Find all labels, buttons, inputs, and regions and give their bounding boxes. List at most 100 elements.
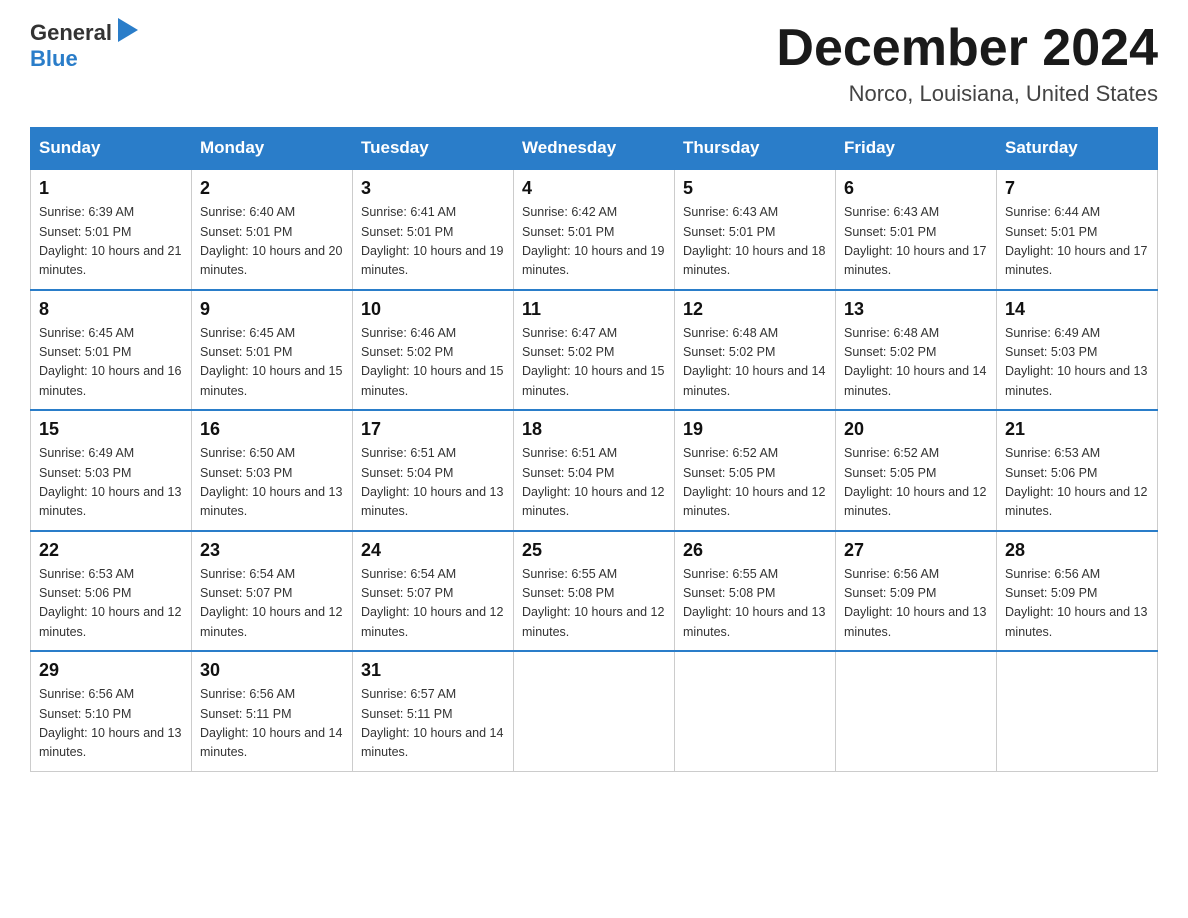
month-title: December 2024 — [776, 20, 1158, 77]
table-row: 19 Sunrise: 6:52 AM Sunset: 5:05 PM Dayl… — [675, 410, 836, 531]
table-row: 1 Sunrise: 6:39 AM Sunset: 5:01 PM Dayli… — [31, 169, 192, 290]
day-info: Sunrise: 6:55 AM Sunset: 5:08 PM Dayligh… — [522, 565, 666, 643]
table-row: 20 Sunrise: 6:52 AM Sunset: 5:05 PM Dayl… — [836, 410, 997, 531]
day-number: 1 — [39, 178, 183, 199]
table-row: 2 Sunrise: 6:40 AM Sunset: 5:01 PM Dayli… — [192, 169, 353, 290]
col-monday: Monday — [192, 128, 353, 170]
col-sunday: Sunday — [31, 128, 192, 170]
table-row: 24 Sunrise: 6:54 AM Sunset: 5:07 PM Dayl… — [353, 531, 514, 652]
day-number: 18 — [522, 419, 666, 440]
day-info: Sunrise: 6:51 AM Sunset: 5:04 PM Dayligh… — [361, 444, 505, 522]
day-number: 22 — [39, 540, 183, 561]
table-row: 14 Sunrise: 6:49 AM Sunset: 5:03 PM Dayl… — [997, 290, 1158, 411]
day-info: Sunrise: 6:52 AM Sunset: 5:05 PM Dayligh… — [844, 444, 988, 522]
logo-text-blue: Blue — [30, 46, 78, 71]
logo: General Blue — [30, 20, 142, 72]
page-header: General Blue December 2024 Norco, Louisi… — [30, 20, 1158, 107]
table-row: 12 Sunrise: 6:48 AM Sunset: 5:02 PM Dayl… — [675, 290, 836, 411]
day-info: Sunrise: 6:45 AM Sunset: 5:01 PM Dayligh… — [39, 324, 183, 402]
day-number: 26 — [683, 540, 827, 561]
day-number: 5 — [683, 178, 827, 199]
table-row: 8 Sunrise: 6:45 AM Sunset: 5:01 PM Dayli… — [31, 290, 192, 411]
logo-triangle-icon — [114, 18, 142, 46]
table-row: 26 Sunrise: 6:55 AM Sunset: 5:08 PM Dayl… — [675, 531, 836, 652]
table-row: 13 Sunrise: 6:48 AM Sunset: 5:02 PM Dayl… — [836, 290, 997, 411]
day-info: Sunrise: 6:53 AM Sunset: 5:06 PM Dayligh… — [1005, 444, 1149, 522]
calendar-week-row: 15 Sunrise: 6:49 AM Sunset: 5:03 PM Dayl… — [31, 410, 1158, 531]
table-row: 22 Sunrise: 6:53 AM Sunset: 5:06 PM Dayl… — [31, 531, 192, 652]
day-number: 3 — [361, 178, 505, 199]
calendar-header-row: Sunday Monday Tuesday Wednesday Thursday… — [31, 128, 1158, 170]
day-info: Sunrise: 6:48 AM Sunset: 5:02 PM Dayligh… — [683, 324, 827, 402]
day-info: Sunrise: 6:50 AM Sunset: 5:03 PM Dayligh… — [200, 444, 344, 522]
day-number: 4 — [522, 178, 666, 199]
day-info: Sunrise: 6:56 AM Sunset: 5:09 PM Dayligh… — [1005, 565, 1149, 643]
col-wednesday: Wednesday — [514, 128, 675, 170]
table-row — [514, 651, 675, 771]
day-info: Sunrise: 6:51 AM Sunset: 5:04 PM Dayligh… — [522, 444, 666, 522]
table-row: 21 Sunrise: 6:53 AM Sunset: 5:06 PM Dayl… — [997, 410, 1158, 531]
calendar-week-row: 1 Sunrise: 6:39 AM Sunset: 5:01 PM Dayli… — [31, 169, 1158, 290]
day-number: 21 — [1005, 419, 1149, 440]
table-row: 18 Sunrise: 6:51 AM Sunset: 5:04 PM Dayl… — [514, 410, 675, 531]
table-row: 25 Sunrise: 6:55 AM Sunset: 5:08 PM Dayl… — [514, 531, 675, 652]
day-info: Sunrise: 6:52 AM Sunset: 5:05 PM Dayligh… — [683, 444, 827, 522]
day-number: 28 — [1005, 540, 1149, 561]
day-info: Sunrise: 6:44 AM Sunset: 5:01 PM Dayligh… — [1005, 203, 1149, 281]
table-row: 11 Sunrise: 6:47 AM Sunset: 5:02 PM Dayl… — [514, 290, 675, 411]
day-info: Sunrise: 6:56 AM Sunset: 5:10 PM Dayligh… — [39, 685, 183, 763]
title-section: December 2024 Norco, Louisiana, United S… — [776, 20, 1158, 107]
day-info: Sunrise: 6:40 AM Sunset: 5:01 PM Dayligh… — [200, 203, 344, 281]
table-row — [675, 651, 836, 771]
day-info: Sunrise: 6:57 AM Sunset: 5:11 PM Dayligh… — [361, 685, 505, 763]
day-number: 8 — [39, 299, 183, 320]
table-row — [836, 651, 997, 771]
calendar-table: Sunday Monday Tuesday Wednesday Thursday… — [30, 127, 1158, 772]
table-row: 16 Sunrise: 6:50 AM Sunset: 5:03 PM Dayl… — [192, 410, 353, 531]
day-number: 17 — [361, 419, 505, 440]
day-number: 9 — [200, 299, 344, 320]
day-info: Sunrise: 6:43 AM Sunset: 5:01 PM Dayligh… — [683, 203, 827, 281]
table-row: 5 Sunrise: 6:43 AM Sunset: 5:01 PM Dayli… — [675, 169, 836, 290]
day-info: Sunrise: 6:53 AM Sunset: 5:06 PM Dayligh… — [39, 565, 183, 643]
day-info: Sunrise: 6:54 AM Sunset: 5:07 PM Dayligh… — [361, 565, 505, 643]
day-number: 29 — [39, 660, 183, 681]
table-row: 10 Sunrise: 6:46 AM Sunset: 5:02 PM Dayl… — [353, 290, 514, 411]
day-number: 15 — [39, 419, 183, 440]
table-row: 27 Sunrise: 6:56 AM Sunset: 5:09 PM Dayl… — [836, 531, 997, 652]
table-row: 17 Sunrise: 6:51 AM Sunset: 5:04 PM Dayl… — [353, 410, 514, 531]
day-number: 19 — [683, 419, 827, 440]
table-row: 9 Sunrise: 6:45 AM Sunset: 5:01 PM Dayli… — [192, 290, 353, 411]
day-info: Sunrise: 6:56 AM Sunset: 5:11 PM Dayligh… — [200, 685, 344, 763]
day-number: 24 — [361, 540, 505, 561]
day-number: 30 — [200, 660, 344, 681]
table-row: 30 Sunrise: 6:56 AM Sunset: 5:11 PM Dayl… — [192, 651, 353, 771]
day-number: 11 — [522, 299, 666, 320]
day-number: 16 — [200, 419, 344, 440]
calendar-week-row: 8 Sunrise: 6:45 AM Sunset: 5:01 PM Dayli… — [31, 290, 1158, 411]
table-row: 31 Sunrise: 6:57 AM Sunset: 5:11 PM Dayl… — [353, 651, 514, 771]
day-number: 20 — [844, 419, 988, 440]
calendar-week-row: 22 Sunrise: 6:53 AM Sunset: 5:06 PM Dayl… — [31, 531, 1158, 652]
table-row: 7 Sunrise: 6:44 AM Sunset: 5:01 PM Dayli… — [997, 169, 1158, 290]
day-number: 2 — [200, 178, 344, 199]
day-info: Sunrise: 6:54 AM Sunset: 5:07 PM Dayligh… — [200, 565, 344, 643]
day-info: Sunrise: 6:42 AM Sunset: 5:01 PM Dayligh… — [522, 203, 666, 281]
day-info: Sunrise: 6:55 AM Sunset: 5:08 PM Dayligh… — [683, 565, 827, 643]
day-info: Sunrise: 6:39 AM Sunset: 5:01 PM Dayligh… — [39, 203, 183, 281]
day-number: 31 — [361, 660, 505, 681]
day-info: Sunrise: 6:49 AM Sunset: 5:03 PM Dayligh… — [39, 444, 183, 522]
day-number: 13 — [844, 299, 988, 320]
day-info: Sunrise: 6:56 AM Sunset: 5:09 PM Dayligh… — [844, 565, 988, 643]
table-row: 23 Sunrise: 6:54 AM Sunset: 5:07 PM Dayl… — [192, 531, 353, 652]
day-number: 10 — [361, 299, 505, 320]
day-number: 6 — [844, 178, 988, 199]
logo-text-general: General — [30, 20, 112, 46]
day-number: 27 — [844, 540, 988, 561]
table-row: 4 Sunrise: 6:42 AM Sunset: 5:01 PM Dayli… — [514, 169, 675, 290]
day-info: Sunrise: 6:47 AM Sunset: 5:02 PM Dayligh… — [522, 324, 666, 402]
location-title: Norco, Louisiana, United States — [776, 81, 1158, 107]
table-row: 15 Sunrise: 6:49 AM Sunset: 5:03 PM Dayl… — [31, 410, 192, 531]
day-number: 14 — [1005, 299, 1149, 320]
col-tuesday: Tuesday — [353, 128, 514, 170]
